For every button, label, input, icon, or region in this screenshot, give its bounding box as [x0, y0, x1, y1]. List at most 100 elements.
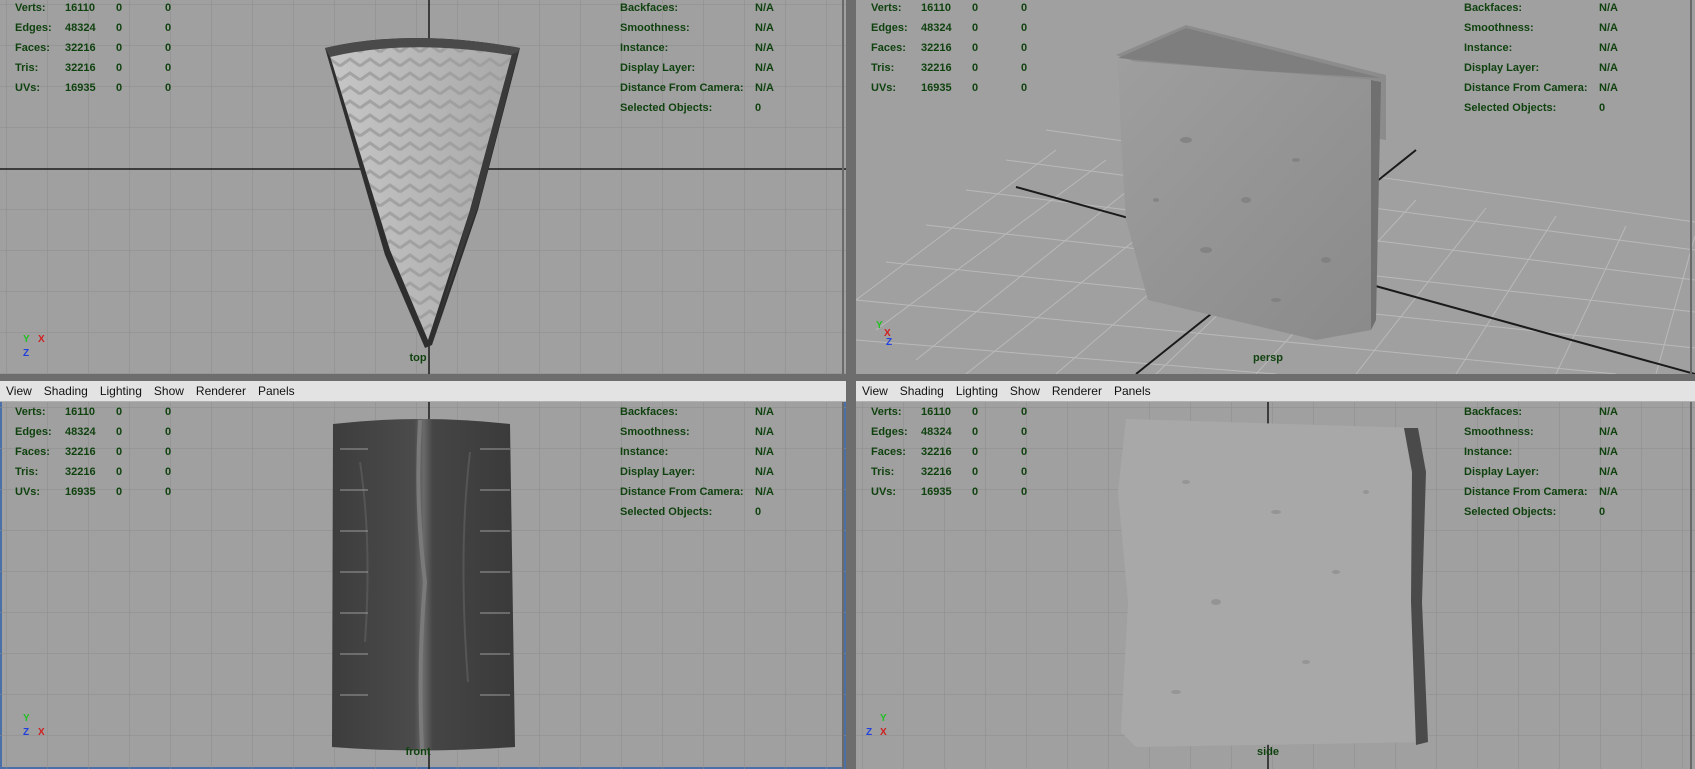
camera-label: persp — [1253, 352, 1283, 364]
axis-gizmo: Y Z X — [864, 713, 904, 743]
axis-label: Z — [886, 337, 893, 348]
stat-label: Edges: — [871, 426, 908, 438]
viewport-front[interactable]: View Shading Lighting Show Renderer Pane… — [0, 381, 846, 769]
stat-value: 0 — [165, 486, 172, 498]
info-label: Backfaces: — [620, 406, 679, 418]
info-label: Smoothness: — [620, 22, 690, 34]
menu-panels[interactable]: Panels — [252, 381, 301, 401]
stat-value: 0 — [1021, 486, 1028, 498]
panel-menubar: View Shading Lighting Show Renderer Pane… — [856, 381, 1695, 402]
stat-value: 0 — [165, 62, 172, 74]
axis-label: Z — [23, 727, 30, 738]
viewport-side[interactable]: View Shading Lighting Show Renderer Pane… — [856, 381, 1695, 769]
info-label: Display Layer: — [1464, 62, 1540, 74]
stat-value: 0 — [972, 426, 979, 438]
camera-label: front — [405, 746, 431, 758]
info-label: Smoothness: — [1464, 426, 1534, 438]
axis-label: Y — [876, 320, 883, 331]
stat-label: UVs: — [15, 486, 41, 498]
info-label: Distance From Camera: — [620, 486, 744, 498]
axis-gizmo: Y Z X — [20, 713, 50, 743]
object-info-hud: Backfaces: N/A Smoothness: N/A Instance: N/… — [1464, 402, 1684, 522]
stat-value: 0 — [972, 466, 979, 478]
stat-value: 0 — [1021, 446, 1028, 458]
info-value: N/A — [1599, 466, 1618, 478]
poly-count-hud: Verts: 16110 0 0 Edges: 48324 0 0 Faces: 32216 0… — [871, 0, 1071, 98]
axis-label: X — [38, 334, 45, 345]
menu-shading[interactable]: Shading — [38, 381, 94, 401]
stat-value: 0 — [972, 62, 979, 74]
viewport-top[interactable]: Verts: 16110 0 0 Edges: 48324 0 0 Faces: 32216 0… — [0, 0, 846, 374]
viewport-persp[interactable]: Verts: 16110 0 0 Edges: 48324 0 0 Faces: 32216 0… — [856, 0, 1695, 374]
info-value: N/A — [755, 406, 774, 418]
info-label: Distance From Camera: — [620, 82, 744, 94]
info-value: 0 — [1599, 506, 1606, 518]
stat-value: 48324 — [65, 426, 96, 438]
menu-view[interactable]: View — [0, 381, 38, 401]
stat-label: Verts: — [871, 406, 902, 418]
axis-label: Y — [23, 334, 30, 345]
info-value: N/A — [1599, 82, 1618, 94]
stat-label: UVs: — [871, 82, 897, 94]
stat-value: 32216 — [65, 446, 96, 458]
stat-value: 32216 — [921, 62, 952, 74]
menu-show[interactable]: Show — [148, 381, 190, 401]
axis-label: Y — [23, 713, 30, 724]
info-value: N/A — [1599, 446, 1618, 458]
menu-lighting[interactable]: Lighting — [94, 381, 148, 401]
stat-label: Edges: — [15, 426, 52, 438]
stat-value: 0 — [972, 22, 979, 34]
stat-value: 0 — [116, 2, 123, 14]
stat-value: 48324 — [921, 22, 952, 34]
axis-gizmo: Y X Z — [876, 320, 906, 350]
info-label: Backfaces: — [1464, 406, 1523, 418]
stat-value: 0 — [165, 2, 172, 14]
menu-renderer[interactable]: Renderer — [1046, 381, 1108, 401]
stat-value: 0 — [1021, 406, 1028, 418]
menu-shading[interactable]: Shading — [894, 381, 950, 401]
stat-value: 0 — [116, 486, 123, 498]
menu-renderer[interactable]: Renderer — [190, 381, 252, 401]
info-label: Distance From Camera: — [1464, 82, 1588, 94]
menu-panels[interactable]: Panels — [1108, 381, 1157, 401]
info-value: N/A — [1599, 62, 1618, 74]
stat-value: 32216 — [921, 42, 952, 54]
info-value: 0 — [755, 102, 762, 114]
stat-value: 16110 — [921, 2, 951, 14]
object-info-hud: Backfaces: N/A Smoothness: N/A Instance: N/… — [620, 0, 840, 118]
stat-value: 32216 — [65, 42, 96, 54]
stat-value: 0 — [116, 406, 123, 418]
stat-value: 0 — [165, 82, 172, 94]
panel-menubar: View Shading Lighting Show Renderer Pane… — [0, 381, 846, 402]
stat-value: 0 — [1021, 466, 1028, 478]
axis-label: Z — [23, 348, 30, 359]
info-label: Backfaces: — [620, 2, 679, 14]
stat-value: 0 — [165, 42, 172, 54]
info-value: N/A — [1599, 22, 1618, 34]
camera-label: side — [1256, 746, 1280, 758]
stat-value: 0 — [116, 446, 123, 458]
stat-label: Tris: — [871, 62, 895, 74]
stat-value: 0 — [116, 466, 123, 478]
camera-label: top — [409, 352, 427, 364]
stat-label: Verts: — [15, 2, 46, 14]
stat-label: Tris: — [15, 466, 39, 478]
stat-value: 16935 — [921, 82, 952, 94]
stat-label: Verts: — [15, 406, 46, 418]
stat-label: Faces: — [15, 446, 50, 458]
info-value: 0 — [1599, 102, 1606, 114]
menu-lighting[interactable]: Lighting — [950, 381, 1004, 401]
info-value: N/A — [1599, 406, 1618, 418]
info-value: N/A — [755, 2, 774, 14]
menu-view[interactable]: View — [856, 381, 894, 401]
info-label: Selected Objects: — [1464, 506, 1557, 518]
info-value: N/A — [755, 486, 774, 498]
info-label: Display Layer: — [620, 62, 696, 74]
stat-value: 0 — [1021, 426, 1028, 438]
stat-label: Edges: — [15, 22, 52, 34]
stat-label: Faces: — [871, 446, 906, 458]
stat-value: 0 — [972, 406, 979, 418]
menu-show[interactable]: Show — [1004, 381, 1046, 401]
info-value: N/A — [1599, 42, 1618, 54]
stat-value: 0 — [165, 426, 172, 438]
